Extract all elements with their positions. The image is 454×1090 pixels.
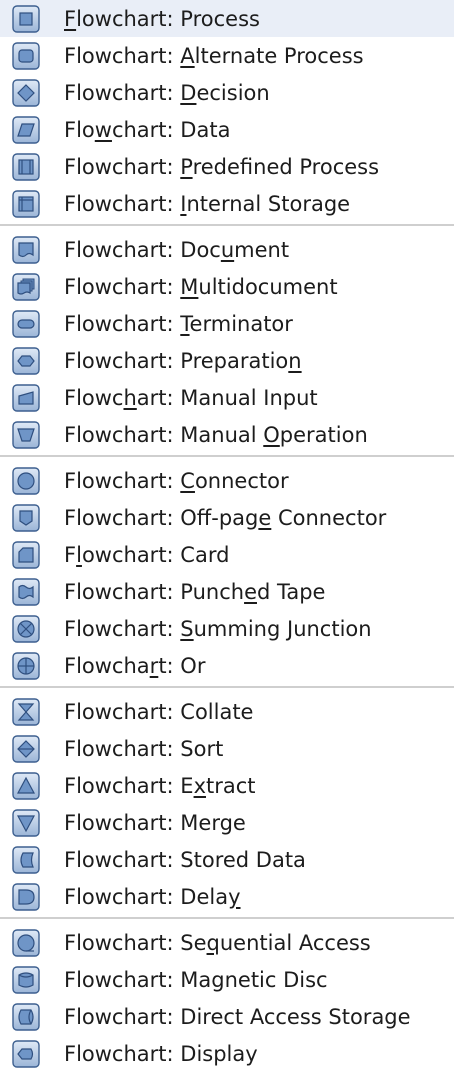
- terminator-icon: [12, 309, 40, 338]
- menu-item-document[interactable]: Flowchart: Document: [0, 231, 454, 268]
- display-icon: [12, 1039, 40, 1068]
- menu-item-connector[interactable]: Flowchart: Connector: [0, 462, 454, 499]
- manual-input-icon: [12, 383, 40, 412]
- menu-item-label: Flowchart: Internal Storage: [64, 191, 351, 216]
- menu-item-label: Flowchart: Sort: [64, 736, 224, 761]
- menu-item-process[interactable]: Flowchart: Process: [0, 0, 454, 37]
- menu-item-sequential-access[interactable]: Flowchart: Sequential Access: [0, 924, 454, 961]
- menu-item-label: Flowchart: Delay: [64, 884, 241, 909]
- menu-item-multidocument[interactable]: Flowchart: Multidocument: [0, 268, 454, 305]
- menu-item-label: Flowchart: Preparation: [64, 348, 302, 373]
- menu-item-label: Flowchart: Extract: [64, 773, 256, 798]
- manual-operation-icon: [12, 420, 40, 449]
- menu-item-or[interactable]: Flowchart: Or: [0, 647, 454, 684]
- menu-item-display[interactable]: Flowchart: Display: [0, 1035, 454, 1072]
- menu-item-manual-operation[interactable]: Flowchart: Manual Operation: [0, 416, 454, 453]
- menu-item-label: Flowchart: Or: [64, 653, 206, 678]
- sequential-access-icon: [12, 928, 40, 957]
- menu-item-decision[interactable]: Flowchart: Decision: [0, 74, 454, 111]
- connector-icon: [12, 466, 40, 495]
- menu-item-merge[interactable]: Flowchart: Merge: [0, 804, 454, 841]
- menu-item-label: Flowchart: Document: [64, 237, 290, 262]
- menu-group: Flowchart: Document Flowchart: Multidocum…: [0, 231, 454, 453]
- menu-item-predefined-process[interactable]: Flowchart: Predefined Process: [0, 148, 454, 185]
- menu-item-off-page-connector[interactable]: Flowchart: Off-page Connector: [0, 499, 454, 536]
- menu-item-label: Flowchart: Multidocument: [64, 274, 338, 299]
- menu-item-label: Flowchart: Display: [64, 1041, 258, 1066]
- menu-item-alternate-process[interactable]: Flowchart: Alternate Process: [0, 37, 454, 74]
- menu-item-punched-tape[interactable]: Flowchart: Punched Tape: [0, 573, 454, 610]
- menu-item-summing-junction[interactable]: Flowchart: Summing Junction: [0, 610, 454, 647]
- data-icon: [12, 115, 40, 144]
- menu-item-label: Flowchart: Sequential Access: [64, 930, 371, 955]
- menu-item-label: Flowchart: Manual Input: [64, 385, 318, 410]
- menu-group: Flowchart: Process Flowchart: Alternate P…: [0, 0, 454, 222]
- merge-icon: [12, 808, 40, 837]
- off-page-connector-icon: [12, 503, 40, 532]
- menu-item-extract[interactable]: Flowchart: Extract: [0, 767, 454, 804]
- menu-item-label: Flowchart: Data: [64, 117, 231, 142]
- menu-item-label: Flowchart: Punched Tape: [64, 579, 326, 604]
- magnetic-disc-icon: [12, 965, 40, 994]
- menu-separator: [0, 455, 454, 457]
- preparation-icon: [12, 346, 40, 375]
- flowchart-shapes-menu: Flowchart: Process Flowchart: Alternate P…: [0, 0, 454, 1090]
- menu-item-label: Flowchart: Alternate Process: [64, 43, 364, 68]
- menu-item-label: Flowchart: Merge: [64, 810, 246, 835]
- menu-group: Flowchart: Connector Flowchart: Off-page …: [0, 462, 454, 684]
- menu-item-data[interactable]: Flowchart: Data: [0, 111, 454, 148]
- direct-access-storage-icon: [12, 1002, 40, 1031]
- menu-separator: [0, 917, 454, 919]
- menu-item-delay[interactable]: Flowchart: Delay: [0, 878, 454, 915]
- menu-item-card[interactable]: Flowchart: Card: [0, 536, 454, 573]
- menu-item-label: Flowchart: Summing Junction: [64, 616, 372, 641]
- multidocument-icon: [12, 272, 40, 301]
- menu-item-sort[interactable]: Flowchart: Sort: [0, 730, 454, 767]
- menu-item-label: Flowchart: Off-page Connector: [64, 505, 387, 530]
- stored-data-icon: [12, 845, 40, 874]
- menu-item-label: Flowchart: Direct Access Storage: [64, 1004, 411, 1029]
- menu-item-label: Flowchart: Manual Operation: [64, 422, 368, 447]
- menu-item-label: Flowchart: Decision: [64, 80, 270, 105]
- or-icon: [12, 651, 40, 680]
- internal-storage-icon: [12, 189, 40, 218]
- menu-item-stored-data[interactable]: Flowchart: Stored Data: [0, 841, 454, 878]
- menu-item-label: Flowchart: Stored Data: [64, 847, 306, 872]
- menu-item-internal-storage[interactable]: Flowchart: Internal Storage: [0, 185, 454, 222]
- menu-group: Flowchart: Sequential Access Flowchart: M…: [0, 924, 454, 1072]
- collate-icon: [12, 697, 40, 726]
- menu-item-label: Flowchart: Card: [64, 542, 230, 567]
- menu-separator: [0, 686, 454, 688]
- menu-item-direct-access-storage[interactable]: Flowchart: Direct Access Storage: [0, 998, 454, 1035]
- summing-junction-icon: [12, 614, 40, 643]
- decision-icon: [12, 78, 40, 107]
- card-icon: [12, 540, 40, 569]
- document-icon: [12, 235, 40, 264]
- menu-item-label: Flowchart: Terminator: [64, 311, 293, 336]
- process-icon: [12, 4, 40, 33]
- menu-separator: [0, 224, 454, 226]
- menu-item-preparation[interactable]: Flowchart: Preparation: [0, 342, 454, 379]
- punched-tape-icon: [12, 577, 40, 606]
- delay-icon: [12, 882, 40, 911]
- predefined-process-icon: [12, 152, 40, 181]
- sort-icon: [12, 734, 40, 763]
- menu-item-label: Flowchart: Magnetic Disc: [64, 967, 328, 992]
- menu-item-label: Flowchart: Process: [64, 6, 260, 31]
- extract-icon: [12, 771, 40, 800]
- menu-item-collate[interactable]: Flowchart: Collate: [0, 693, 454, 730]
- menu-item-magnetic-disc[interactable]: Flowchart: Magnetic Disc: [0, 961, 454, 998]
- menu-item-manual-input[interactable]: Flowchart: Manual Input: [0, 379, 454, 416]
- menu-group: Flowchart: Collate Flowchart: Sort Flowcha…: [0, 693, 454, 915]
- alternate-process-icon: [12, 41, 40, 70]
- menu-item-label: Flowchart: Collate: [64, 699, 254, 724]
- menu-item-label: Flowchart: Connector: [64, 468, 289, 493]
- menu-item-terminator[interactable]: Flowchart: Terminator: [0, 305, 454, 342]
- menu-item-label: Flowchart: Predefined Process: [64, 154, 380, 179]
